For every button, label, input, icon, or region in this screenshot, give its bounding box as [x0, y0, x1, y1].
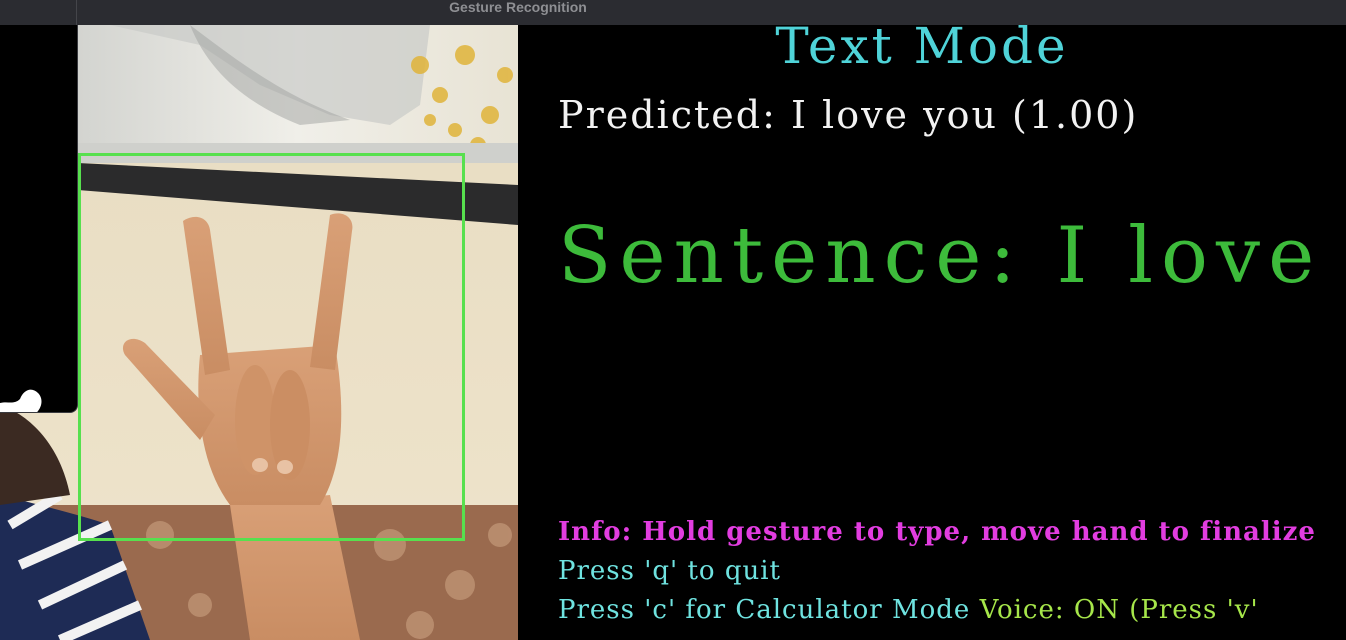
hand-mask-blob [0, 389, 42, 412]
mode-voice-hints: Press 'c' for Calculator Mode Voice: ON … [558, 595, 1259, 625]
voice-status: Voice: ON (Press 'v' [979, 595, 1259, 625]
prediction-label: Predicted: I love you (1.00) [558, 93, 1139, 137]
hand-detection-box [78, 153, 465, 541]
window-titlebar: Gesture Recognition [0, 0, 1346, 26]
hand-mask-window [0, 25, 78, 413]
sentence-text: Sentence: I love y [558, 211, 1346, 301]
info-hint: Info: Hold gesture to type, move hand to… [558, 517, 1316, 547]
mode-title: Text Mode [775, 25, 1069, 75]
calculator-mode-hint: Press 'c' for Calculator Mode [558, 595, 971, 625]
recognition-overlay: Text Mode Predicted: I love you (1.00) S… [518, 25, 1346, 640]
quit-hint: Press 'q' to quit [558, 556, 781, 586]
window-title: Gesture Recognition [449, 0, 587, 15]
